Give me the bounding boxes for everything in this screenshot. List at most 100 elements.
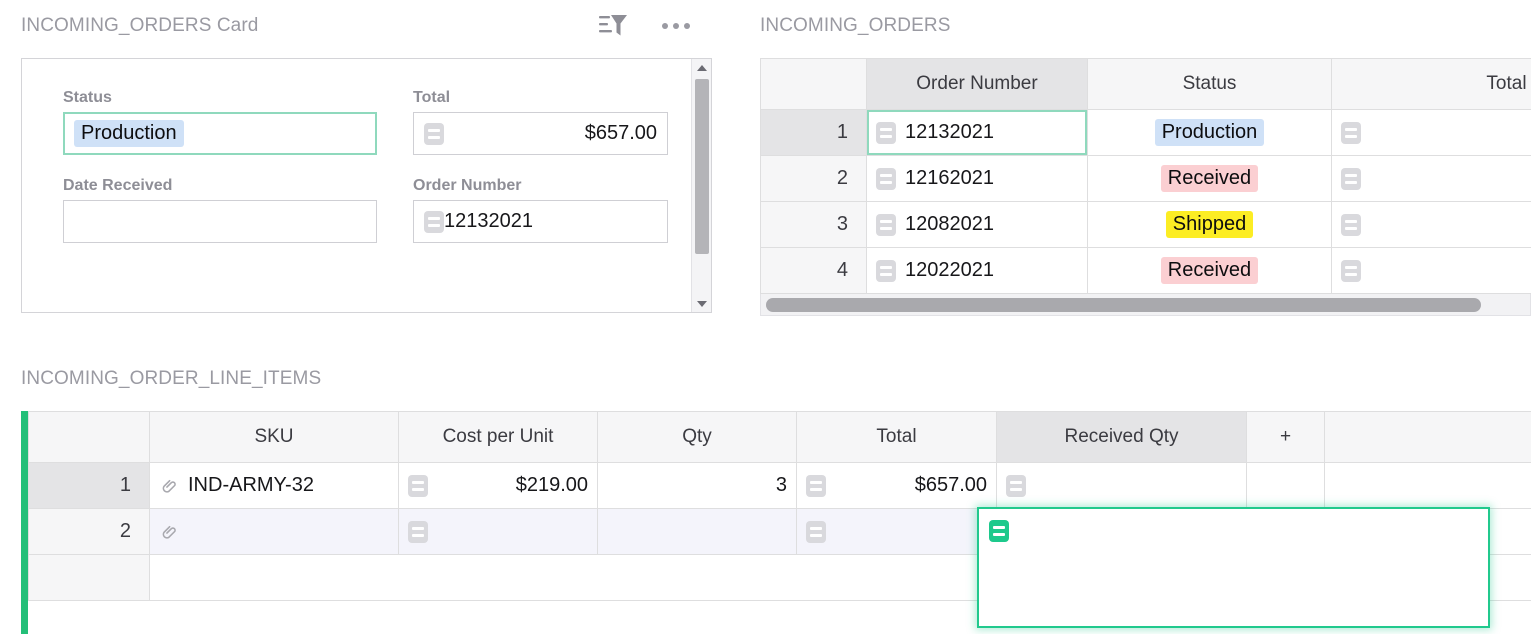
table-header-row: Order Number Status Total xyxy=(761,59,1531,110)
table-row[interactable]: 4 12022021 Received xyxy=(761,248,1531,294)
cell-total[interactable] xyxy=(797,509,997,555)
row-index[interactable]: 4 xyxy=(761,248,867,294)
orders-horizontal-scrollbar[interactable] xyxy=(760,294,1531,316)
cell-sku[interactable] xyxy=(150,509,399,555)
formula-icon[interactable] xyxy=(408,521,428,543)
card-vertical-scrollbar[interactable] xyxy=(691,59,711,312)
field-label-date-received: Date Received xyxy=(63,177,377,195)
card-field-status: Status Production xyxy=(63,89,377,155)
column-header-received-qty[interactable]: Received Qty xyxy=(997,412,1247,463)
column-header-order-number[interactable]: Order Number xyxy=(867,59,1088,110)
column-header-spacer xyxy=(1325,412,1531,463)
formula-icon[interactable] xyxy=(806,475,826,497)
table-row[interactable]: 1 IND-ARMY-32 xyxy=(29,463,1531,509)
more-options-icon[interactable] xyxy=(662,23,690,29)
formula-icon[interactable] xyxy=(408,475,428,497)
field-input-total[interactable]: $657.00 xyxy=(413,112,668,155)
cell-status[interactable]: Received xyxy=(1088,156,1332,202)
table-row[interactable]: 2 12162021 Received xyxy=(761,156,1531,202)
cell-total[interactable]: $657.00 xyxy=(1332,110,1531,156)
cell-status[interactable]: Received xyxy=(1088,248,1332,294)
cell-total[interactable]: $657.00 xyxy=(797,463,997,509)
scrollbar-thumb[interactable] xyxy=(766,298,1481,312)
field-input-date-received[interactable] xyxy=(63,200,377,243)
code-lines[interactable]: if $Order_Number.Status =='Received': re… xyxy=(1021,595,1478,628)
status-badge: Shipped xyxy=(1166,211,1253,238)
formula-code-editor[interactable]: if $Order_Number.Status =='Received': re… xyxy=(977,507,1490,628)
field-value-total: $657.00 xyxy=(585,122,657,145)
formula-icon[interactable] xyxy=(1341,260,1361,282)
active-table-rail xyxy=(21,411,28,634)
column-header-qty[interactable]: Qty xyxy=(598,412,797,463)
formula-icon[interactable] xyxy=(424,211,444,233)
cell-received-qty[interactable] xyxy=(997,463,1247,509)
formula-icon[interactable] xyxy=(876,122,896,144)
field-input-status[interactable]: Production xyxy=(63,112,377,155)
column-header-total[interactable]: Total xyxy=(1332,59,1531,110)
cell-cost-per-unit[interactable] xyxy=(399,509,598,555)
cell-total[interactable]: $476.88 xyxy=(1332,156,1531,202)
formula-icon[interactable] xyxy=(876,168,896,190)
card-field-order-number: Order Number 12132021 xyxy=(413,177,668,243)
formula-icon[interactable] xyxy=(876,260,896,282)
cell-status[interactable]: Shipped xyxy=(1088,202,1332,248)
column-header-sku[interactable]: SKU xyxy=(150,412,399,463)
filler-index xyxy=(29,555,150,601)
orders-table-title: INCOMING_ORDERS xyxy=(760,15,950,37)
filter-sort-icon[interactable] xyxy=(598,12,628,40)
cell-value: 3 xyxy=(776,474,787,497)
incoming-orders-table: Order Number Status Total 1 12132021 xyxy=(760,58,1531,294)
scroll-down-arrow[interactable] xyxy=(692,295,712,312)
table-row[interactable]: 1 12132021 Production xyxy=(761,110,1531,156)
cell-order-number[interactable]: 12022021 xyxy=(867,248,1088,294)
column-header-index[interactable] xyxy=(29,412,150,463)
column-header-cost-per-unit[interactable]: Cost per Unit xyxy=(399,412,598,463)
incoming-orders-card-panel: Status Production Total $657.00 xyxy=(21,58,712,313)
add-column-button[interactable]: + xyxy=(1247,412,1325,463)
incoming-orders-table-wrap: Order Number Status Total 1 12132021 xyxy=(760,58,1531,316)
row-index[interactable]: 1 xyxy=(29,463,150,509)
cell-add-column xyxy=(1247,463,1325,509)
row-index[interactable]: 2 xyxy=(761,156,867,202)
cell-cost-per-unit[interactable]: $219.00 xyxy=(399,463,598,509)
field-label-status: Status xyxy=(63,89,377,107)
cell-order-number[interactable]: 12132021 xyxy=(867,110,1088,156)
table-row[interactable]: 3 12082021 Shipped xyxy=(761,202,1531,248)
column-header-index[interactable] xyxy=(761,59,867,110)
row-index[interactable]: 3 xyxy=(761,202,867,248)
formula-icon[interactable] xyxy=(424,123,444,145)
field-input-order-number[interactable]: 12132021 xyxy=(413,200,668,243)
row-index[interactable]: 1 xyxy=(761,110,867,156)
cell-qty[interactable] xyxy=(598,509,797,555)
cell-status[interactable]: Production xyxy=(1088,110,1332,156)
scroll-up-arrow[interactable] xyxy=(692,59,712,76)
cell-value: 12162021 xyxy=(905,167,994,190)
formula-icon[interactable] xyxy=(1341,168,1361,190)
field-label-order-number: Order Number xyxy=(413,177,668,195)
scrollbar-thumb[interactable] xyxy=(695,79,709,254)
formula-icon[interactable] xyxy=(1006,475,1026,497)
formula-icon[interactable] xyxy=(989,520,1009,542)
formula-icon[interactable] xyxy=(876,214,896,236)
cell-total[interactable]: $2,151.84 xyxy=(1332,248,1531,294)
cell-order-number[interactable]: 12162021 xyxy=(867,156,1088,202)
card-field-grid: Status Production Total $657.00 xyxy=(63,89,668,243)
column-header-total[interactable]: Total xyxy=(797,412,997,463)
cell-qty[interactable]: 3 xyxy=(598,463,797,509)
column-header-status[interactable]: Status xyxy=(1088,59,1332,110)
attachment-link-icon[interactable] xyxy=(159,521,179,543)
cell-sku[interactable]: IND-ARMY-32 xyxy=(150,463,399,509)
formula-icon[interactable] xyxy=(1341,214,1361,236)
status-badge: Production xyxy=(1155,119,1265,146)
formula-icon[interactable] xyxy=(806,521,826,543)
cell-value: $219.00 xyxy=(516,474,588,497)
cell-total[interactable]: $199.92 xyxy=(1332,202,1531,248)
attachment-link-icon[interactable] xyxy=(159,475,179,497)
status-badge: Production xyxy=(74,120,184,147)
app-root: INCOMING_ORDERS Card Status xyxy=(0,0,1531,634)
cell-value: 12082021 xyxy=(905,213,994,236)
cell-order-number[interactable]: 12082021 xyxy=(867,202,1088,248)
status-badge: Received xyxy=(1161,257,1258,284)
formula-icon[interactable] xyxy=(1341,122,1361,144)
row-index[interactable]: 2 xyxy=(29,509,150,555)
